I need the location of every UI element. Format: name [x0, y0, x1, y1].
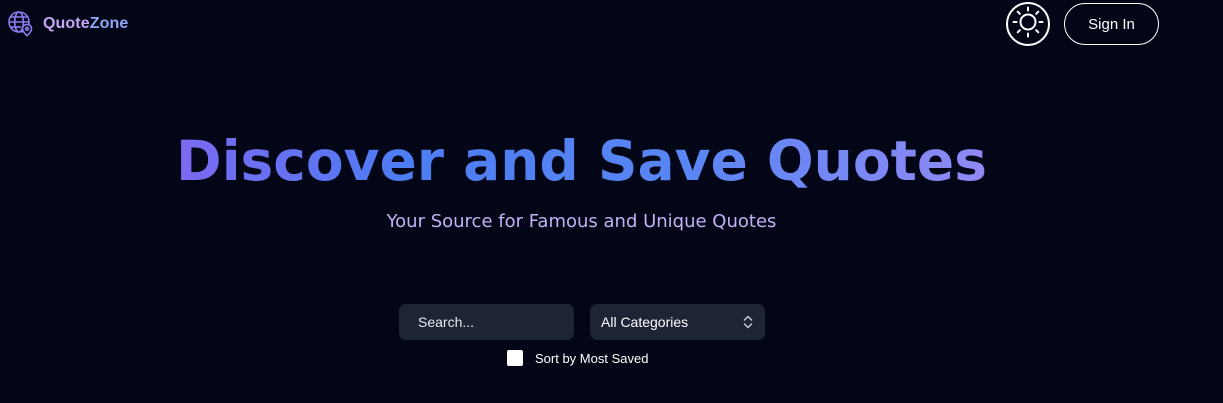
brand-name-part1: Quote — [43, 14, 90, 32]
sign-in-button[interactable]: Sign In — [1064, 3, 1159, 45]
page: QuoteZone Sign In Discover and Save Quot… — [0, 0, 1223, 403]
sort-by-most-saved-checkbox[interactable] — [507, 350, 523, 366]
brand-logo[interactable]: QuoteZone — [7, 10, 128, 37]
category-select[interactable]: All Categories — [590, 304, 765, 340]
theme-toggle-button[interactable] — [1006, 2, 1050, 46]
chevron-up-down-icon — [742, 313, 754, 331]
sun-icon — [1011, 5, 1045, 44]
sort-option[interactable]: Sort by Most Saved — [507, 350, 648, 366]
globe-location-icon — [7, 10, 34, 37]
sort-by-most-saved-label: Sort by Most Saved — [535, 350, 649, 366]
page-title: Discover and Save Quotes — [0, 128, 1163, 194]
search-input[interactable] — [399, 304, 574, 340]
category-select-value: All Categories — [601, 314, 689, 330]
brand-name-part2: Zone — [89, 14, 129, 32]
brand-name: QuoteZone — [43, 15, 128, 33]
page-subtitle: Your Source for Famous and Unique Quotes — [386, 211, 777, 232]
